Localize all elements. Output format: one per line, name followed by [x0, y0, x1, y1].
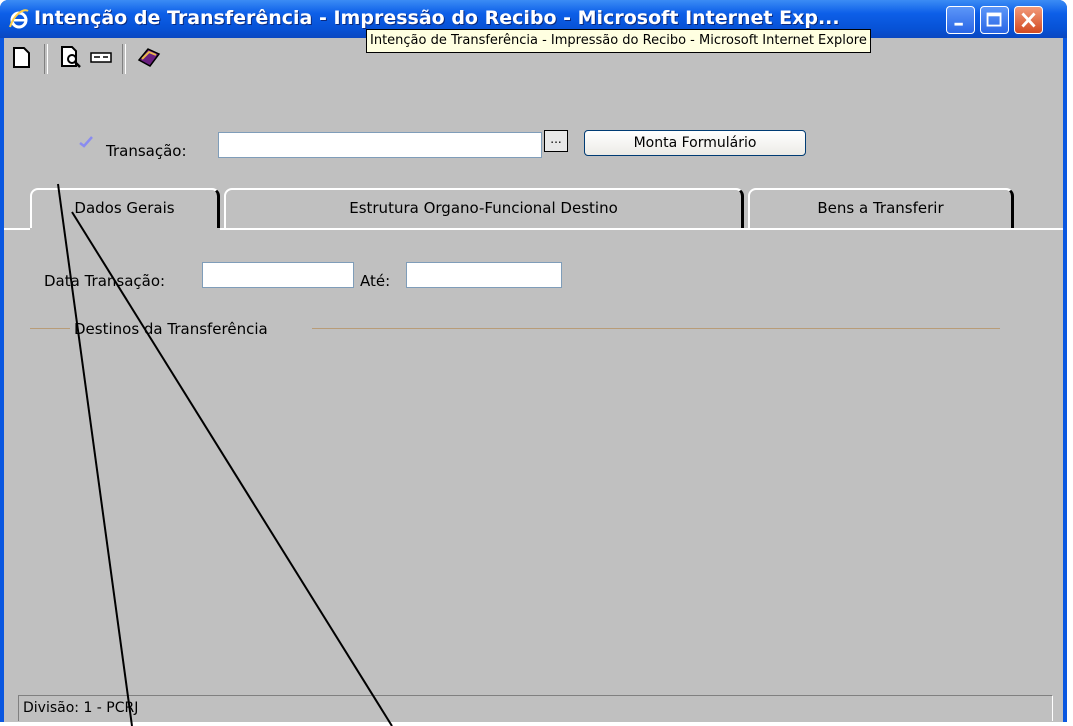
new-page-icon[interactable] [8, 44, 34, 70]
toolbar-separator [44, 44, 48, 74]
internet-explorer-icon [9, 9, 29, 29]
checkmark-icon [79, 136, 93, 148]
close-icon [1021, 12, 1036, 28]
tab-dados-gerais[interactable]: Dados Gerais [30, 188, 220, 228]
status-bar: Divisão: 1 - PCRJ [18, 695, 1053, 721]
fieldset-border [312, 328, 1000, 329]
data-transacao-input[interactable] [202, 262, 354, 288]
tab-baseline [220, 228, 1063, 230]
minimize-button[interactable] [946, 6, 975, 34]
maximize-button[interactable] [980, 6, 1009, 34]
window-title: Intenção de Transferência - Impressão do… [34, 7, 840, 29]
toolbar-separator [122, 44, 126, 74]
monta-formulario-button[interactable]: Monta Formulário [584, 130, 806, 156]
close-button[interactable] [1014, 6, 1043, 34]
scanner-icon[interactable] [88, 44, 114, 70]
transacao-input[interactable] [218, 132, 542, 158]
tab-baseline [4, 228, 30, 230]
data-transacao-label: Data Transação: [44, 272, 166, 290]
minimize-icon [954, 22, 963, 26]
book-icon[interactable] [136, 44, 162, 70]
title-tooltip: Intenção de Transferência - Impressão do… [366, 29, 871, 53]
page-content: Transação: ... Monta Formulário Dados Ge… [4, 38, 1063, 722]
print-preview-icon[interactable] [58, 44, 84, 70]
tab-estrutura-organo-funcional-destino[interactable]: Estrutura Organo-Funcional Destino [224, 188, 744, 228]
ate-label: Até: [360, 272, 391, 290]
destinos-legend: Destinos da Transferência [74, 320, 268, 338]
fieldset-border [30, 328, 70, 329]
ate-input[interactable] [406, 262, 562, 288]
transacao-label: Transação: [106, 142, 187, 160]
browser-window: Intenção de Transferência - Impressão do… [0, 0, 1067, 722]
browse-button[interactable]: ... [544, 130, 568, 152]
tab-bens-a-transferir[interactable]: Bens a Transferir [748, 188, 1014, 228]
status-text: Divisão: 1 - PCRJ [23, 700, 139, 716]
maximize-icon [986, 12, 1002, 27]
